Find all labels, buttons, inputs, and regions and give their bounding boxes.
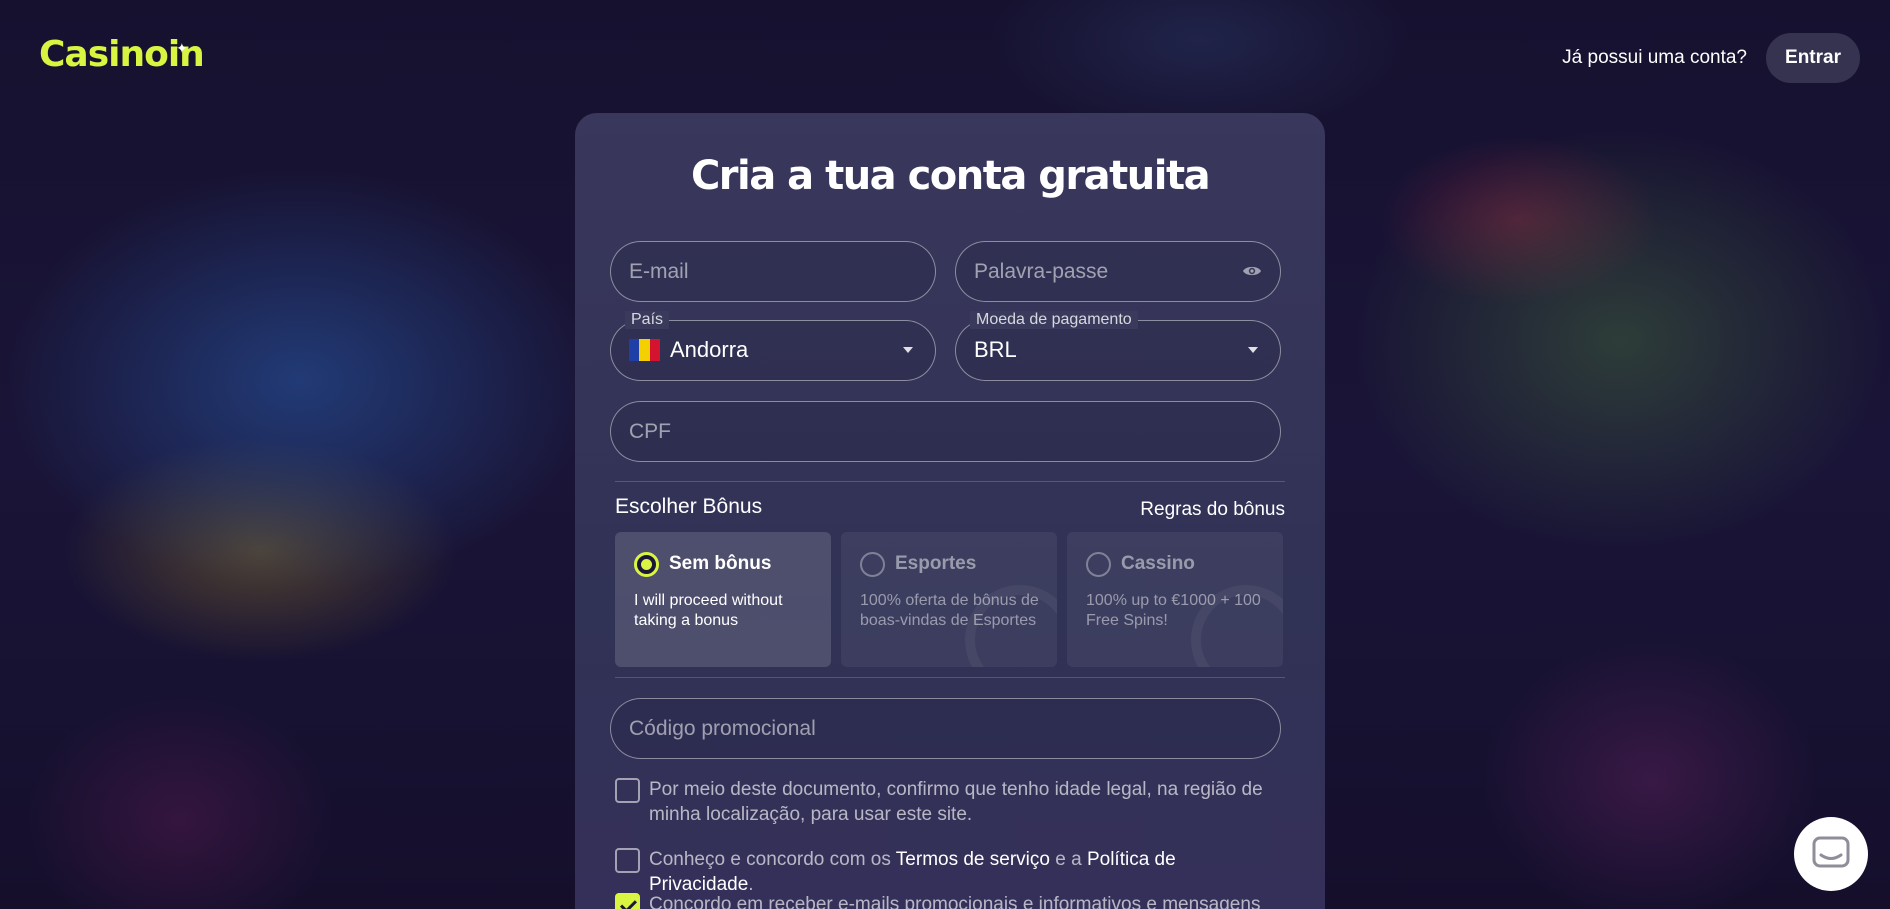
terms-of-service-link[interactable]: Termos de serviço xyxy=(896,849,1050,870)
cpf-input[interactable] xyxy=(611,402,1280,461)
bonus-option-none[interactable]: Sem bônus I will proceed without taking … xyxy=(615,532,831,667)
divider xyxy=(615,677,1285,678)
divider xyxy=(615,481,1285,482)
email-input[interactable] xyxy=(611,242,935,301)
radio-selected[interactable] xyxy=(634,552,659,577)
marketing-consent-text: Concordo em receber e-mails promocionais… xyxy=(649,894,1261,909)
page-title: Cria a tua conta gratuita xyxy=(690,153,1211,199)
bonus-option-description: I will proceed without taking a bonus xyxy=(634,592,783,629)
country-selected-value: Andorra xyxy=(629,321,748,379)
bonus-option-name: Sem bônus xyxy=(669,553,772,574)
login-button[interactable]: Entrar xyxy=(1766,33,1860,83)
bonus-rules-link[interactable]: Regras do bônus xyxy=(1140,499,1285,521)
caret-down-icon xyxy=(903,347,913,353)
radio-unselected[interactable] xyxy=(1086,552,1111,577)
header: Casinoin ✦ Já possui uma conta? Entrar xyxy=(0,0,1890,116)
country-value: Andorra xyxy=(670,337,749,362)
age-consent-text: Por meio deste documento, confirmo que t… xyxy=(649,779,1263,825)
currency-value: BRL xyxy=(974,337,1017,362)
password-input[interactable] xyxy=(956,242,1280,301)
promo-code-field[interactable] xyxy=(610,698,1281,759)
currency-selected-value: BRL xyxy=(974,321,1017,379)
cpf-field[interactable] xyxy=(610,401,1281,462)
terms-consent-checkbox[interactable] xyxy=(615,848,640,873)
country-select[interactable]: País Andorra xyxy=(610,311,936,381)
promo-code-input[interactable] xyxy=(611,699,1280,758)
email-field[interactable] xyxy=(610,241,936,302)
marketing-consent-checkbox[interactable] xyxy=(615,893,640,909)
bonus-heading: Escolher Bônus xyxy=(615,495,763,518)
signup-card: Cria a tua conta gratuita País Andorra M… xyxy=(575,113,1325,909)
has-account-text: Já possui uma conta? xyxy=(1562,47,1747,68)
chat-icon xyxy=(1812,836,1850,868)
bonus-option-name: Esportes xyxy=(895,553,977,574)
eye-icon[interactable] xyxy=(1242,264,1262,278)
bonus-option-description: 100% up to €1000 + 100 Free Spins! xyxy=(1086,592,1261,629)
bonus-option-sports[interactable]: Esportes 100% oferta de bônus de boas-vi… xyxy=(841,532,1057,667)
currency-select[interactable]: Moeda de pagamento BRL xyxy=(955,311,1281,381)
bonus-option-name: Cassino xyxy=(1121,553,1195,574)
caret-down-icon xyxy=(1248,347,1258,353)
password-field[interactable] xyxy=(955,241,1281,302)
age-consent-checkbox[interactable] xyxy=(615,778,640,803)
bonus-option-description: 100% oferta de bônus de boas-vindas de E… xyxy=(860,592,1039,629)
bonus-option-casino[interactable]: Cassino 100% up to €1000 + 100 Free Spin… xyxy=(1067,532,1283,667)
logo-star-icon: ✦ xyxy=(176,40,188,56)
terms-consent-text: Conheço e concordo com os Termos de serv… xyxy=(649,849,1176,895)
radio-unselected[interactable] xyxy=(860,552,885,577)
chat-button[interactable] xyxy=(1794,817,1868,891)
andorra-flag-icon xyxy=(629,339,660,361)
